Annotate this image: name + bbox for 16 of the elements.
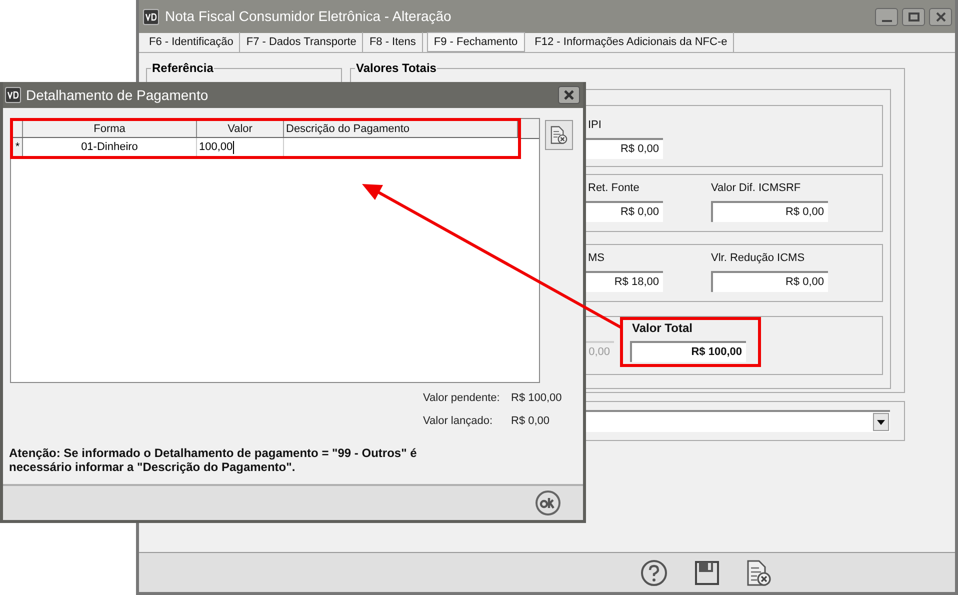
attention-note: Atenção: Se informado o Detalhamento de pagamento = "99 - Outros" é necessário informar a "Descrição do Pagamento". xyxy=(9,446,418,474)
window-title: Nota Fiscal Consumidor Eletrônica - Alteração xyxy=(165,7,452,26)
field-label: Valor Dif. ICMSRF xyxy=(711,181,801,196)
dialog-title: Detalhamento de Pagamento xyxy=(26,86,208,105)
field-label: Ret. Fonte xyxy=(588,181,640,196)
group-title: Valores Totais xyxy=(355,60,438,77)
field-label: Vlr. Redução ICMS xyxy=(711,251,805,266)
group-title: Referência xyxy=(151,60,214,77)
row-marker: * xyxy=(13,138,23,156)
field-label: MS xyxy=(588,251,604,266)
summary-value: R$ 0,00 xyxy=(511,414,550,428)
summary-label: Valor lançado: xyxy=(423,414,494,428)
summary-value: R$ 100,00 xyxy=(511,391,562,406)
field-label: Valor Total xyxy=(632,321,692,336)
summary-label: Valor pendente: xyxy=(423,391,501,406)
field-label: IPI xyxy=(588,118,602,133)
